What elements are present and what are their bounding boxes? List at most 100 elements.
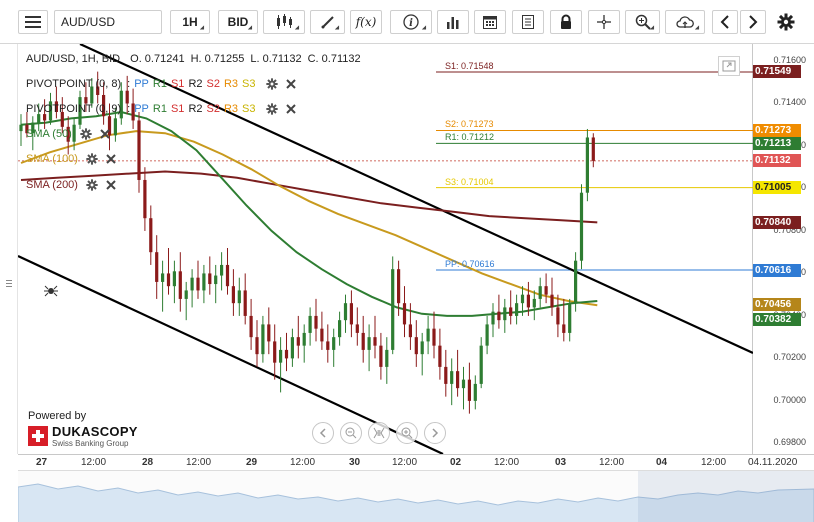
candle[interactable] — [137, 111, 141, 193]
candle[interactable] — [296, 315, 300, 359]
candle[interactable] — [379, 332, 383, 380]
candle[interactable] — [143, 167, 147, 231]
nav-forward-button[interactable] — [424, 422, 446, 444]
symbol-input[interactable] — [54, 10, 162, 34]
candle[interactable] — [432, 311, 436, 359]
candle[interactable] — [544, 273, 548, 304]
candle[interactable] — [444, 349, 448, 397]
gear-icon[interactable] — [265, 78, 278, 90]
candle[interactable] — [574, 252, 578, 312]
candle[interactable] — [556, 294, 560, 338]
candle[interactable] — [237, 277, 241, 316]
pivot-legend-1[interactable]: PIVOTPOINT (0, 8) : PP R1 S1 R2 S2 R3 S3 — [26, 77, 296, 91]
candle[interactable] — [420, 332, 424, 376]
candle[interactable] — [338, 311, 342, 346]
gear-icon[interactable] — [86, 179, 98, 191]
lock-button[interactable] — [550, 10, 582, 34]
close-icon[interactable] — [106, 180, 116, 190]
candle[interactable] — [373, 315, 377, 359]
zoom-in-button[interactable] — [396, 422, 418, 444]
candle[interactable] — [249, 298, 253, 350]
candle[interactable] — [568, 298, 572, 342]
close-icon[interactable] — [106, 154, 116, 164]
candle[interactable] — [532, 290, 536, 321]
sma-50-line[interactable] — [20, 110, 598, 317]
candle[interactable] — [320, 311, 324, 350]
close-icon[interactable] — [285, 104, 296, 114]
candle[interactable] — [485, 315, 489, 355]
candle[interactable] — [290, 328, 294, 367]
side-button[interactable]: BID — [218, 10, 258, 34]
candle[interactable] — [491, 303, 495, 338]
candle[interactable] — [161, 260, 165, 312]
candle[interactable] — [302, 324, 306, 363]
calendar-button[interactable] — [474, 10, 506, 34]
candle[interactable] — [450, 358, 454, 406]
candle[interactable] — [385, 337, 389, 384]
candle[interactable] — [503, 298, 507, 333]
cloud-button[interactable] — [665, 10, 705, 34]
candle[interactable] — [438, 328, 442, 380]
candle[interactable] — [208, 256, 212, 295]
candle[interactable] — [220, 252, 224, 291]
close-icon[interactable] — [100, 129, 110, 139]
candle[interactable] — [149, 205, 153, 265]
candle[interactable] — [456, 349, 460, 397]
candle[interactable] — [515, 294, 519, 325]
candle[interactable] — [19, 114, 23, 146]
close-icon[interactable] — [285, 79, 296, 89]
candle[interactable] — [332, 328, 336, 367]
zoom-out-button[interactable] — [340, 422, 362, 444]
resize-handle-icon[interactable] — [0, 44, 18, 454]
spider-icon[interactable] — [44, 284, 58, 298]
candle[interactable] — [214, 264, 218, 304]
sma-50-legend[interactable]: SMA (50) — [26, 127, 110, 141]
candle[interactable] — [184, 281, 188, 321]
gear-icon[interactable] — [86, 153, 98, 165]
candle[interactable] — [255, 320, 259, 367]
candle[interactable] — [367, 324, 371, 372]
candle[interactable] — [426, 315, 430, 355]
navigator[interactable] — [17, 470, 814, 522]
candle[interactable] — [497, 294, 501, 329]
zoom-button[interactable] — [625, 10, 660, 34]
candle[interactable] — [202, 264, 206, 304]
candle[interactable] — [166, 247, 171, 295]
menu-button[interactable] — [18, 10, 48, 34]
timeframe-button[interactable]: 1H — [170, 10, 210, 34]
candle[interactable] — [391, 256, 395, 355]
candle[interactable] — [261, 315, 265, 363]
chart-area[interactable]: AUD/USD, 1H, BID O. 0.71241 H. 0.71255 L… — [17, 43, 754, 455]
function-button[interactable]: f(x) — [350, 10, 382, 34]
candle[interactable] — [473, 375, 477, 410]
time-axis[interactable]: 27 12:00 28 12:00 29 12:00 30 12:00 02 12:00 03 12:… — [18, 454, 814, 470]
expand-button[interactable] — [718, 56, 740, 76]
candle[interactable] — [509, 290, 513, 325]
candle[interactable] — [273, 324, 277, 380]
candle[interactable] — [349, 290, 353, 338]
scroll-left-button[interactable] — [712, 10, 738, 34]
candle[interactable] — [585, 128, 589, 202]
fit-button[interactable] — [368, 422, 390, 444]
crosshair-button[interactable] — [588, 10, 620, 34]
candle[interactable] — [402, 286, 407, 338]
gear-icon[interactable] — [80, 128, 92, 140]
candle[interactable] — [538, 277, 542, 308]
candle[interactable] — [550, 277, 554, 316]
candle[interactable] — [155, 235, 159, 299]
candle[interactable] — [172, 260, 176, 304]
dukascopy-logo[interactable]: DUKASCOPY Swiss Banking Group — [28, 424, 138, 448]
candle[interactable] — [414, 320, 418, 367]
nav-back-button[interactable] — [312, 422, 334, 444]
candle[interactable] — [579, 184, 584, 270]
candle[interactable] — [284, 332, 289, 372]
sma-200-legend[interactable]: SMA (200) — [26, 178, 116, 192]
candle-type-button[interactable] — [263, 10, 305, 34]
sma-100-legend[interactable]: SMA (100) — [26, 152, 116, 166]
candle[interactable] — [267, 307, 271, 355]
candle[interactable] — [479, 337, 483, 389]
candle[interactable] — [225, 247, 230, 295]
candle[interactable] — [308, 307, 312, 346]
candle[interactable] — [326, 324, 330, 363]
settings-button[interactable] — [772, 10, 800, 34]
